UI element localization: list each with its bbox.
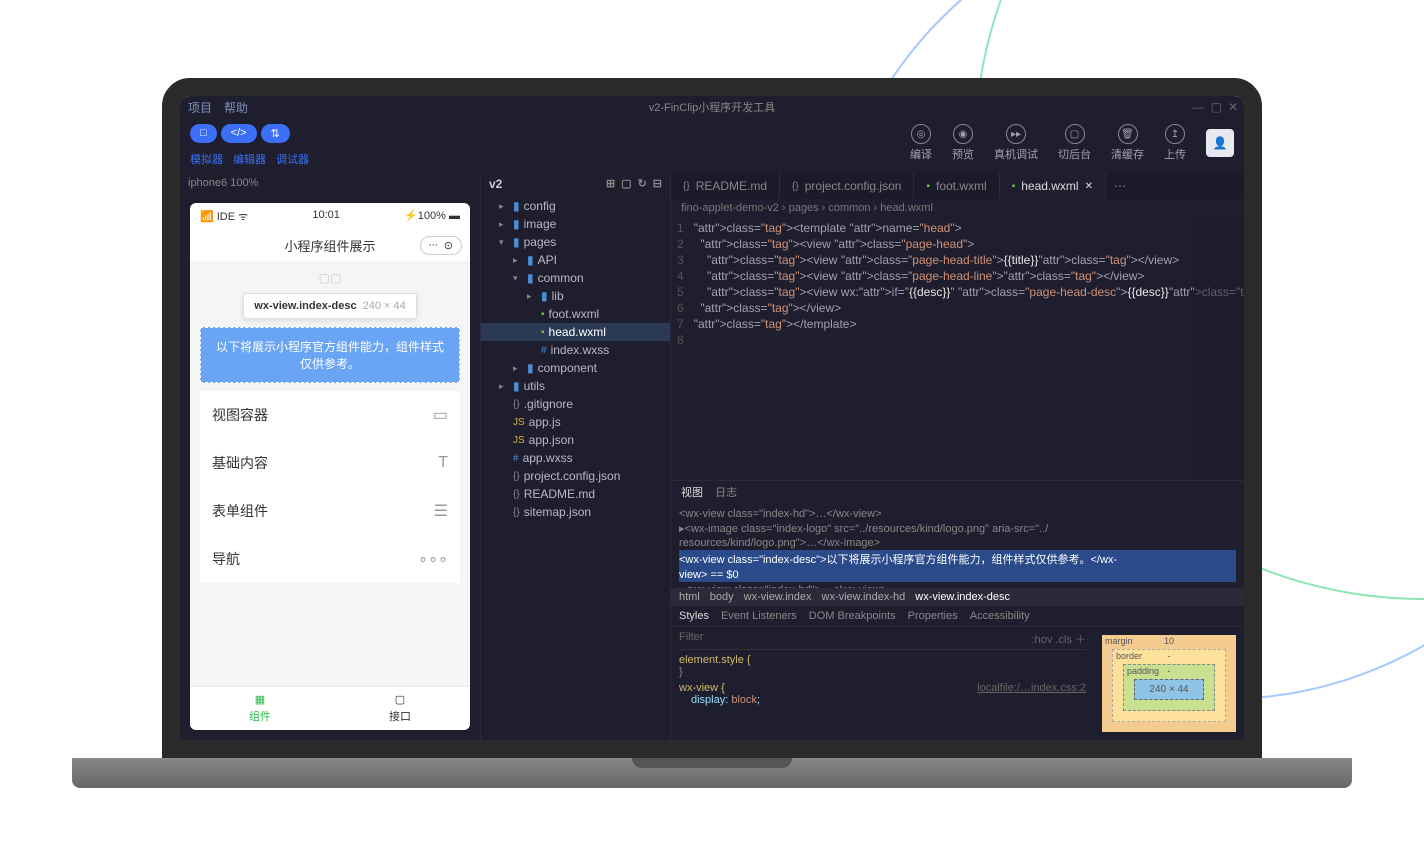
more-tabs-button[interactable]: ⋯ [1106, 173, 1134, 199]
crumb-item[interactable]: body [710, 591, 734, 603]
tabbar-api[interactable]: ▢接口 [330, 687, 470, 730]
toolbar: □ </> ⇅ 模拟器 编辑器 调试器 ◎编译 ◉预览 ▸▸真机调试 ▢切后台 [180, 118, 1244, 173]
ide-window: 项目 帮助 v2-FinClip小程序开发工具 — ▢ ✕ □ </> ⇅ [180, 96, 1244, 740]
folder-item[interactable]: ▸▮ API [481, 251, 670, 269]
file-item[interactable]: ▪ head.wxml [481, 323, 670, 341]
file-item[interactable]: ▪ foot.wxml [481, 305, 670, 323]
editor-tabs: {}README.md{}project.config.json▪foot.wx… [671, 173, 1244, 199]
status-time: 10:01 [312, 209, 340, 224]
new-folder-icon[interactable]: ▢ [621, 177, 631, 191]
menu-project[interactable]: 项目 [188, 99, 212, 116]
editor-tab[interactable]: {}README.md [671, 173, 780, 199]
code-editor[interactable]: 12345678 "attr">class="tag"><template "a… [671, 217, 1244, 480]
mode-simulator-button[interactable]: □ [190, 124, 217, 143]
file-item[interactable]: {} README.md [481, 485, 670, 503]
device-label: iphone6 100% [180, 173, 480, 193]
new-file-icon[interactable]: ⊞ [606, 177, 615, 191]
compile-button[interactable]: ◎编译 [910, 124, 932, 162]
explorer-pane: v2 ⊞ ▢ ↻ ⊟ ▸▮ config▸▮ image▾▮ pages▸▮ A… [480, 173, 670, 740]
window-title: v2-FinClip小程序开发工具 [649, 99, 776, 115]
list-item[interactable]: 表单组件☰ [200, 487, 460, 535]
mode-editor-button[interactable]: </> [221, 124, 257, 143]
inspector-tooltip: wx-view.index-desc240 × 44 [243, 293, 416, 319]
styles-panel[interactable]: Filter:hov .cls ＋element.style {}</span>… [671, 627, 1094, 740]
panel-tab[interactable]: DOM Breakpoints [809, 610, 896, 622]
crumb-item[interactable]: wx-view.index [744, 591, 812, 603]
mode-debugger-label: 调试器 [276, 151, 309, 167]
collapse-icon[interactable]: ⊟ [653, 177, 662, 191]
panel-tab[interactable]: Accessibility [970, 610, 1030, 622]
refresh-icon[interactable]: ↻ [638, 177, 647, 191]
list-item[interactable]: 基础内容T [200, 439, 460, 487]
list-item[interactable]: 导航∘∘∘ [200, 535, 460, 583]
close-icon[interactable]: ✕ [1228, 100, 1238, 114]
editor-tab[interactable]: ▪foot.wxml [914, 173, 999, 199]
crumb-item[interactable]: wx-view.index-hd [822, 591, 906, 603]
status-battery: ⚡100% ▬ [404, 209, 460, 224]
crumb-item[interactable]: html [679, 591, 700, 603]
menu-help[interactable]: 帮助 [224, 99, 248, 116]
preview-button[interactable]: ◉预览 [952, 124, 974, 162]
panel-tab[interactable]: Event Listeners [721, 610, 797, 622]
mode-debugger-button[interactable]: ⇅ [261, 124, 290, 143]
file-item[interactable]: {} project.config.json [481, 467, 670, 485]
folder-item[interactable]: ▸▮ image [481, 215, 670, 233]
folder-item[interactable]: ▸▮ component [481, 359, 670, 377]
phone-simulator: 📶 IDE ᯤ 10:01 ⚡100% ▬ 小程序组件展示 ∙∙∙⊙ ▢▢ wx… [190, 203, 470, 730]
folder-item[interactable]: ▾▮ common [481, 269, 670, 287]
devtools-tab-log[interactable]: 日志 [715, 484, 737, 500]
mode-editor-label: 编辑器 [233, 151, 266, 167]
simulator-pane: iphone6 100% 📶 IDE ᯤ 10:01 ⚡100% ▬ 小程序组件… [180, 173, 480, 740]
clear-cache-button[interactable]: 🗑清缓存 [1111, 124, 1144, 162]
project-root: v2 [489, 177, 502, 191]
editor-pane: {}README.md{}project.config.json▪foot.wx… [670, 173, 1244, 740]
file-item[interactable]: JS app.js [481, 413, 670, 431]
folder-item[interactable]: ▾▮ pages [481, 233, 670, 251]
devtools-tab-view[interactable]: 视图 [681, 484, 703, 500]
folder-item[interactable]: ▸▮ utils [481, 377, 670, 395]
editor-tab[interactable]: ▪head.wxml✕ [1000, 173, 1106, 199]
box-model: margin10 border- padding- 240 × 44 [1094, 627, 1244, 740]
app-title: 小程序组件展示 [284, 236, 375, 255]
highlighted-element: 以下将展示小程序官方组件能力，组件样式仅供参考。 [200, 327, 460, 383]
devtools: 视图 日志 <wx-view class="index-hd">…</wx-vi… [671, 480, 1244, 740]
breadcrumb: fino-applet-demo-v2 › pages › common › h… [671, 199, 1244, 217]
file-item[interactable]: # app.wxss [481, 449, 670, 467]
file-item[interactable]: {} sitemap.json [481, 503, 670, 521]
status-signal: 📶 IDE ᯤ [200, 209, 248, 224]
panel-tab[interactable]: Properties [908, 610, 958, 622]
menu-bar: 项目 帮助 v2-FinClip小程序开发工具 — ▢ ✕ [180, 96, 1244, 118]
chip-icon: ▢ [395, 693, 405, 706]
laptop-frame: 项目 帮助 v2-FinClip小程序开发工具 — ▢ ✕ □ </> ⇅ [162, 78, 1262, 788]
folder-item[interactable]: ▸▮ config [481, 197, 670, 215]
file-item[interactable]: JS app.json [481, 431, 670, 449]
maximize-icon[interactable]: ▢ [1211, 100, 1222, 114]
file-item[interactable]: {} .gitignore [481, 395, 670, 413]
dom-tree[interactable]: <wx-view class="index-hd">…</wx-view> ▸<… [671, 503, 1244, 588]
file-item[interactable]: # index.wxss [481, 341, 670, 359]
background-button[interactable]: ▢切后台 [1058, 124, 1091, 162]
folder-item[interactable]: ▸▮ lib [481, 287, 670, 305]
grid-icon: ▦ [255, 693, 265, 706]
upload-button[interactable]: ↥上传 [1164, 124, 1186, 162]
list-item[interactable]: 视图容器▭ [200, 391, 460, 439]
tabbar-components[interactable]: ▦组件 [190, 687, 330, 730]
crumb-item[interactable]: wx-view.index-desc [915, 591, 1010, 603]
minimize-icon[interactable]: — [1193, 100, 1205, 114]
editor-tab[interactable]: {}project.config.json [780, 173, 914, 199]
dom-breadcrumb: html body wx-view.index wx-view.index-hd wx-… [671, 588, 1244, 606]
mode-simulator-label: 模拟器 [190, 151, 223, 167]
remote-debug-button[interactable]: ▸▸真机调试 [994, 124, 1038, 162]
capsule-button[interactable]: ∙∙∙⊙ [420, 236, 462, 255]
close-tab-icon[interactable]: ✕ [1085, 181, 1093, 192]
avatar[interactable]: 👤 [1206, 129, 1234, 157]
minimap[interactable] [1194, 217, 1244, 480]
panel-tab[interactable]: Styles [679, 610, 709, 622]
